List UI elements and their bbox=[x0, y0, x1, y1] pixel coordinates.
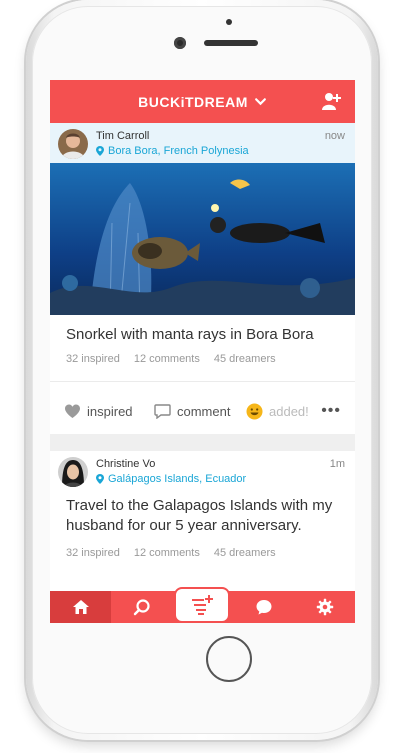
home-icon bbox=[72, 600, 89, 614]
post-card[interactable]: Christine Vo Galápagos Islands, Ecuador … bbox=[50, 451, 355, 591]
tab-add-list[interactable] bbox=[174, 587, 230, 623]
tab-bar bbox=[50, 587, 355, 623]
divider bbox=[50, 381, 355, 382]
smile-icon bbox=[246, 403, 263, 419]
search-icon bbox=[133, 599, 150, 616]
tab-home[interactable] bbox=[50, 591, 111, 623]
dreamers-count[interactable]: 45 dreamers bbox=[214, 353, 276, 365]
post-actions: inspired comment added! ••• bbox=[50, 391, 355, 431]
tab-search[interactable] bbox=[111, 591, 172, 623]
add-user-icon[interactable] bbox=[321, 91, 343, 111]
comment-label: comment bbox=[177, 403, 231, 419]
add-list-icon bbox=[192, 595, 213, 615]
gear-icon bbox=[316, 598, 333, 616]
location-text: Galápagos Islands, Ecuador bbox=[108, 473, 247, 485]
post-time: 1m bbox=[329, 458, 345, 470]
location-link[interactable]: Galápagos Islands, Ecuador bbox=[96, 473, 246, 485]
chevron-down-icon bbox=[254, 98, 266, 106]
earpiece-speaker bbox=[204, 40, 258, 46]
location-text: Bora Bora, French Polynesia bbox=[108, 145, 249, 157]
avatar[interactable] bbox=[58, 457, 88, 487]
comment-button[interactable]: comment bbox=[154, 404, 230, 419]
comments-count[interactable]: 12 comments bbox=[134, 353, 200, 365]
post-title[interactable]: Snorkel with manta rays in Bora Bora bbox=[66, 325, 314, 345]
post-time: now bbox=[324, 130, 345, 142]
user-name[interactable]: Christine Vo bbox=[96, 458, 155, 470]
more-icon[interactable]: ••• bbox=[321, 402, 341, 420]
post-stats: 32 inspired 12 comments 45 dreamers bbox=[66, 353, 276, 365]
app-screen: BUCKiTDREAM Tim Carroll Bora Bora, Frenc… bbox=[50, 80, 355, 623]
front-camera bbox=[174, 37, 186, 49]
post-stats: 32 inspired 12 comments 45 dreamers bbox=[66, 547, 276, 559]
comment-icon bbox=[154, 403, 171, 419]
post-title[interactable]: Travel to the Galapagos Islands with my … bbox=[66, 496, 346, 536]
home-button[interactable] bbox=[206, 636, 252, 682]
location-link[interactable]: Bora Bora, French Polynesia bbox=[96, 145, 249, 157]
added-label: added! bbox=[269, 403, 309, 419]
post-card[interactable]: Tim Carroll Bora Bora, French Polynesia … bbox=[50, 123, 355, 434]
brand-title: BUCKiTDREAM bbox=[138, 93, 248, 110]
added-button[interactable]: added! bbox=[246, 403, 309, 420]
post-header: Tim Carroll Bora Bora, French Polynesia … bbox=[50, 123, 355, 163]
brand-dropdown[interactable]: BUCKiTDREAM bbox=[138, 94, 267, 110]
top-bar: BUCKiTDREAM bbox=[50, 80, 355, 123]
tab-messages[interactable] bbox=[233, 591, 294, 623]
user-name[interactable]: Tim Carroll bbox=[96, 130, 149, 142]
proximity-sensor bbox=[226, 19, 232, 25]
inspired-count[interactable]: 32 inspired bbox=[66, 547, 120, 559]
comments-count[interactable]: 12 comments bbox=[134, 547, 200, 559]
inspired-button[interactable]: inspired bbox=[64, 404, 133, 419]
inspired-label: inspired bbox=[87, 403, 133, 419]
chat-icon bbox=[256, 600, 271, 615]
heart-icon bbox=[65, 404, 80, 418]
inspired-count[interactable]: 32 inspired bbox=[66, 353, 120, 365]
tab-settings[interactable] bbox=[294, 591, 355, 623]
avatar[interactable] bbox=[58, 129, 88, 159]
post-photo[interactable] bbox=[50, 163, 355, 315]
post-header: Christine Vo Galápagos Islands, Ecuador … bbox=[50, 451, 355, 495]
location-pin-icon bbox=[96, 474, 104, 484]
location-pin-icon bbox=[96, 146, 104, 156]
dreamers-count[interactable]: 45 dreamers bbox=[214, 547, 276, 559]
